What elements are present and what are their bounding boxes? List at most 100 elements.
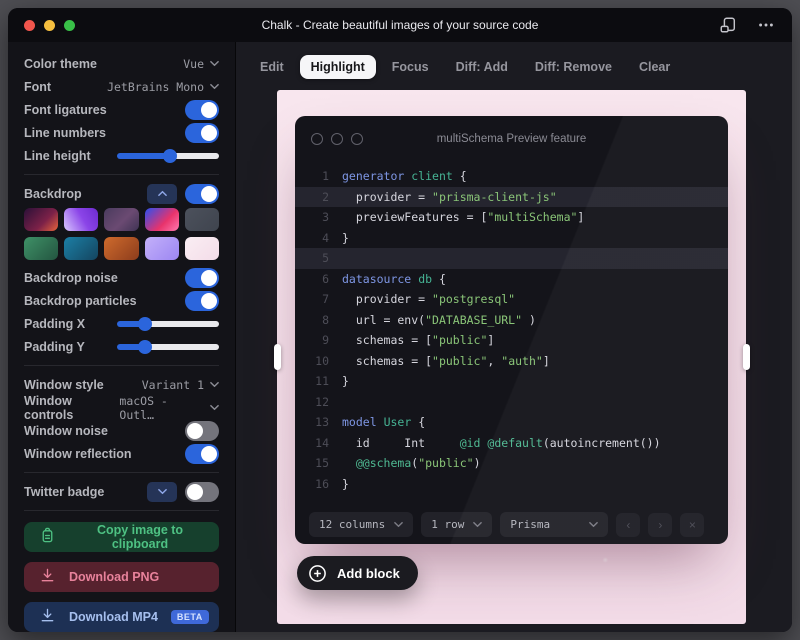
code-line-1[interactable]: 1generator client { bbox=[295, 166, 728, 187]
code-window-title[interactable]: multiSchema Preview feature bbox=[295, 133, 728, 145]
code-line-13[interactable]: 13model User { bbox=[295, 412, 728, 433]
toggle-backdrop-particles[interactable] bbox=[185, 291, 219, 311]
code-line-7[interactable]: 7 provider = "postgresql" bbox=[295, 289, 728, 310]
chevron-down-icon bbox=[473, 520, 482, 529]
code-line-15[interactable]: 15 @@schema("public") bbox=[295, 453, 728, 474]
code-line-6[interactable]: 6datasource db { bbox=[295, 269, 728, 290]
add-block-label: Add block bbox=[337, 566, 400, 581]
line-number: 12 bbox=[309, 392, 329, 413]
code-line-4[interactable]: 4} bbox=[295, 228, 728, 249]
backdrop-swatch-7[interactable] bbox=[64, 237, 98, 260]
code-line-3[interactable]: 3 previewFeatures = ["multiSchema"] bbox=[295, 207, 728, 228]
remove-block-button[interactable]: × bbox=[680, 513, 704, 537]
sidebar-row-padding-x: Padding X bbox=[24, 312, 219, 335]
sidebar-row-font: FontJetBrains Mono bbox=[24, 75, 219, 98]
collapse-twitter-badge-button[interactable] bbox=[147, 482, 177, 502]
code-line-5[interactable]: 5 bbox=[295, 248, 728, 269]
panel-toggle-icon[interactable] bbox=[718, 15, 738, 35]
tab-diff-remove[interactable]: Diff: Remove bbox=[524, 55, 623, 79]
canvas-resize-handle-right[interactable] bbox=[743, 344, 750, 370]
canvas-resize-handle-left[interactable] bbox=[274, 344, 281, 370]
toggle-window-reflection[interactable] bbox=[185, 444, 219, 464]
code-line-14[interactable]: 14 id Int @id @default(autoincrement()) bbox=[295, 433, 728, 454]
sidebar-divider bbox=[24, 510, 219, 511]
backdrop-swatch-9[interactable] bbox=[145, 237, 179, 260]
chevron-down-icon bbox=[210, 82, 219, 91]
code-line-16[interactable]: 16} bbox=[295, 474, 728, 495]
slider-track bbox=[117, 344, 219, 350]
download-mp4-button[interactable]: Download MP4BETA bbox=[24, 602, 219, 632]
tab-focus[interactable]: Focus bbox=[381, 55, 440, 79]
slider-padding-x[interactable] bbox=[117, 317, 219, 331]
slider-padding-y[interactable] bbox=[117, 340, 219, 354]
traffic-light-minimize[interactable] bbox=[44, 20, 55, 31]
traffic-light-close[interactable] bbox=[24, 20, 35, 31]
next-block-button[interactable]: › bbox=[648, 513, 672, 537]
copy-image-button[interactable]: Copy image to clipboard bbox=[24, 522, 219, 552]
slider-thumb[interactable] bbox=[163, 149, 177, 163]
code-line-8[interactable]: 8 url = env("DATABASE_URL" ) bbox=[295, 310, 728, 331]
sidebar-row-line-height: Line height bbox=[24, 144, 219, 167]
toggle-window-noise[interactable] bbox=[185, 421, 219, 441]
settings-sidebar: Color themeVueFontJetBrains MonoFont lig… bbox=[8, 42, 236, 632]
backdrop-swatch-10[interactable] bbox=[185, 237, 219, 260]
toggle-twitter-badge[interactable] bbox=[185, 482, 219, 502]
tab-diff-add[interactable]: Diff: Add bbox=[445, 55, 519, 79]
toggle-knob bbox=[201, 102, 217, 118]
backdrop-swatch-2[interactable] bbox=[64, 208, 98, 231]
dropdown-12-columns[interactable]: 12 columns bbox=[309, 512, 413, 537]
code-line-12[interactable]: 12 bbox=[295, 392, 728, 413]
collapse-backdrop-button[interactable] bbox=[147, 184, 177, 204]
sidebar-row-backdrop: Backdrop bbox=[24, 182, 219, 205]
token-str: "public" bbox=[432, 333, 487, 347]
code-line-9[interactable]: 9 schemas = ["public"] bbox=[295, 330, 728, 351]
chalk-app-window: Chalk - Create beautiful images of your … bbox=[8, 8, 792, 632]
token-pl: schemas = [ bbox=[342, 354, 432, 368]
toggle-backdrop-noise[interactable] bbox=[185, 268, 219, 288]
setting-label: Window controls bbox=[24, 394, 119, 422]
backdrop-swatch-4[interactable] bbox=[145, 208, 179, 231]
tab-highlight[interactable]: Highlight bbox=[300, 55, 376, 79]
code-line-10[interactable]: 10 schemas = ["public", "auth"] bbox=[295, 351, 728, 372]
traffic-light-zoom[interactable] bbox=[64, 20, 75, 31]
setting-label: Line height bbox=[24, 149, 91, 163]
toggle-knob bbox=[187, 423, 203, 439]
backdrop-swatch-5[interactable] bbox=[185, 208, 219, 231]
code-text: } bbox=[342, 371, 349, 392]
code-line-11[interactable]: 11} bbox=[295, 371, 728, 392]
prev-block-button[interactable]: ‹ bbox=[616, 513, 640, 537]
slider-line-height[interactable] bbox=[117, 149, 219, 163]
backdrop-swatch-grid bbox=[24, 208, 219, 260]
chevron-up-icon bbox=[158, 189, 167, 198]
token-kw: model bbox=[342, 415, 377, 429]
toggle-line-numbers[interactable] bbox=[185, 123, 219, 143]
select-font[interactable]: JetBrains Mono bbox=[107, 80, 219, 94]
backdrop-swatch-1[interactable] bbox=[24, 208, 58, 231]
code-text: schemas = ["public", "auth"] bbox=[342, 351, 550, 372]
toggle-knob bbox=[201, 446, 217, 462]
slider-track bbox=[117, 321, 219, 327]
sidebar-row-backdrop-noise: Backdrop noise bbox=[24, 266, 219, 289]
dropdown-prisma[interactable]: Prisma bbox=[500, 512, 608, 537]
toggle-backdrop[interactable] bbox=[185, 184, 219, 204]
token-str: "public" bbox=[432, 354, 487, 368]
backdrop-swatch-3[interactable] bbox=[104, 208, 138, 231]
tab-clear[interactable]: Clear bbox=[628, 55, 681, 79]
add-block-button[interactable]: Add block bbox=[297, 556, 418, 590]
toggle-font-ligatures[interactable] bbox=[185, 100, 219, 120]
tab-edit[interactable]: Edit bbox=[249, 55, 295, 79]
title-bar: Chalk - Create beautiful images of your … bbox=[8, 8, 792, 42]
token-pl: } bbox=[342, 374, 349, 388]
backdrop-swatch-8[interactable] bbox=[104, 237, 138, 260]
select-color-theme[interactable]: Vue bbox=[183, 57, 219, 71]
download-png-button[interactable]: Download PNG bbox=[24, 562, 219, 592]
code-line-2[interactable]: 2 provider = "prisma-client-js" bbox=[295, 187, 728, 208]
dropdown-1-row[interactable]: 1 row bbox=[421, 512, 492, 537]
slider-thumb[interactable] bbox=[138, 340, 152, 354]
select-window-style[interactable]: Variant 1 bbox=[142, 378, 219, 392]
backdrop-swatch-6[interactable] bbox=[24, 237, 58, 260]
select-window-controls[interactable]: macOS - Outl… bbox=[119, 394, 219, 422]
slider-thumb[interactable] bbox=[138, 317, 152, 331]
more-menu-icon[interactable] bbox=[756, 15, 776, 35]
mode-tabs: EditHighlightFocusDiff: AddDiff: RemoveC… bbox=[236, 42, 792, 79]
